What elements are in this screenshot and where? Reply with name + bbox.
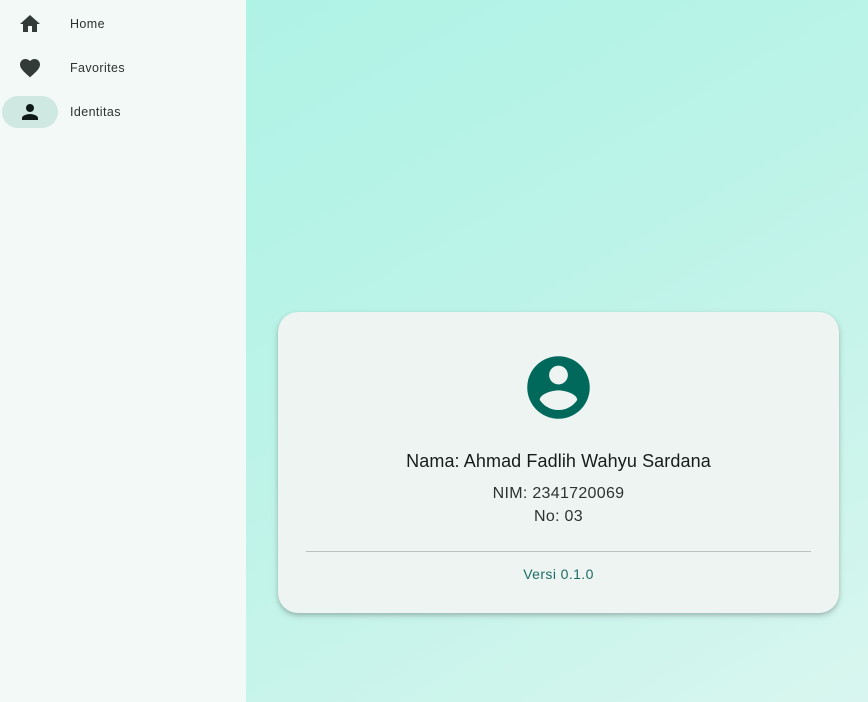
nav-item-label: Favorites <box>70 61 126 75</box>
home-icon <box>2 8 58 40</box>
nav-item-label: Home <box>70 17 105 31</box>
profile-number: No: 03 <box>534 508 583 525</box>
profile-nim: NIM: 2341720069 <box>492 485 625 502</box>
nav-item-identitas[interactable]: Identitas <box>0 90 246 134</box>
divider <box>306 551 811 552</box>
profile-name: Nama: Ahmad Fadlih Wahyu Sardana <box>406 451 711 471</box>
person-icon <box>2 96 58 128</box>
version-text: Versi 0.1.0 <box>523 566 594 582</box>
nav-item-favorites[interactable]: Favorites <box>0 46 246 90</box>
nav-item-label: Identitas <box>70 105 121 119</box>
profile-card: Nama: Ahmad Fadlih Wahyu Sardana NIM: 23… <box>278 312 839 613</box>
heart-icon <box>2 52 58 84</box>
nav-item-home[interactable]: Home <box>0 2 246 46</box>
main-content: Nama: Ahmad Fadlih Wahyu Sardana NIM: 23… <box>246 0 868 702</box>
account-circle-icon <box>527 356 590 419</box>
navigation-rail: Home Favorites Identitas <box>0 0 246 702</box>
